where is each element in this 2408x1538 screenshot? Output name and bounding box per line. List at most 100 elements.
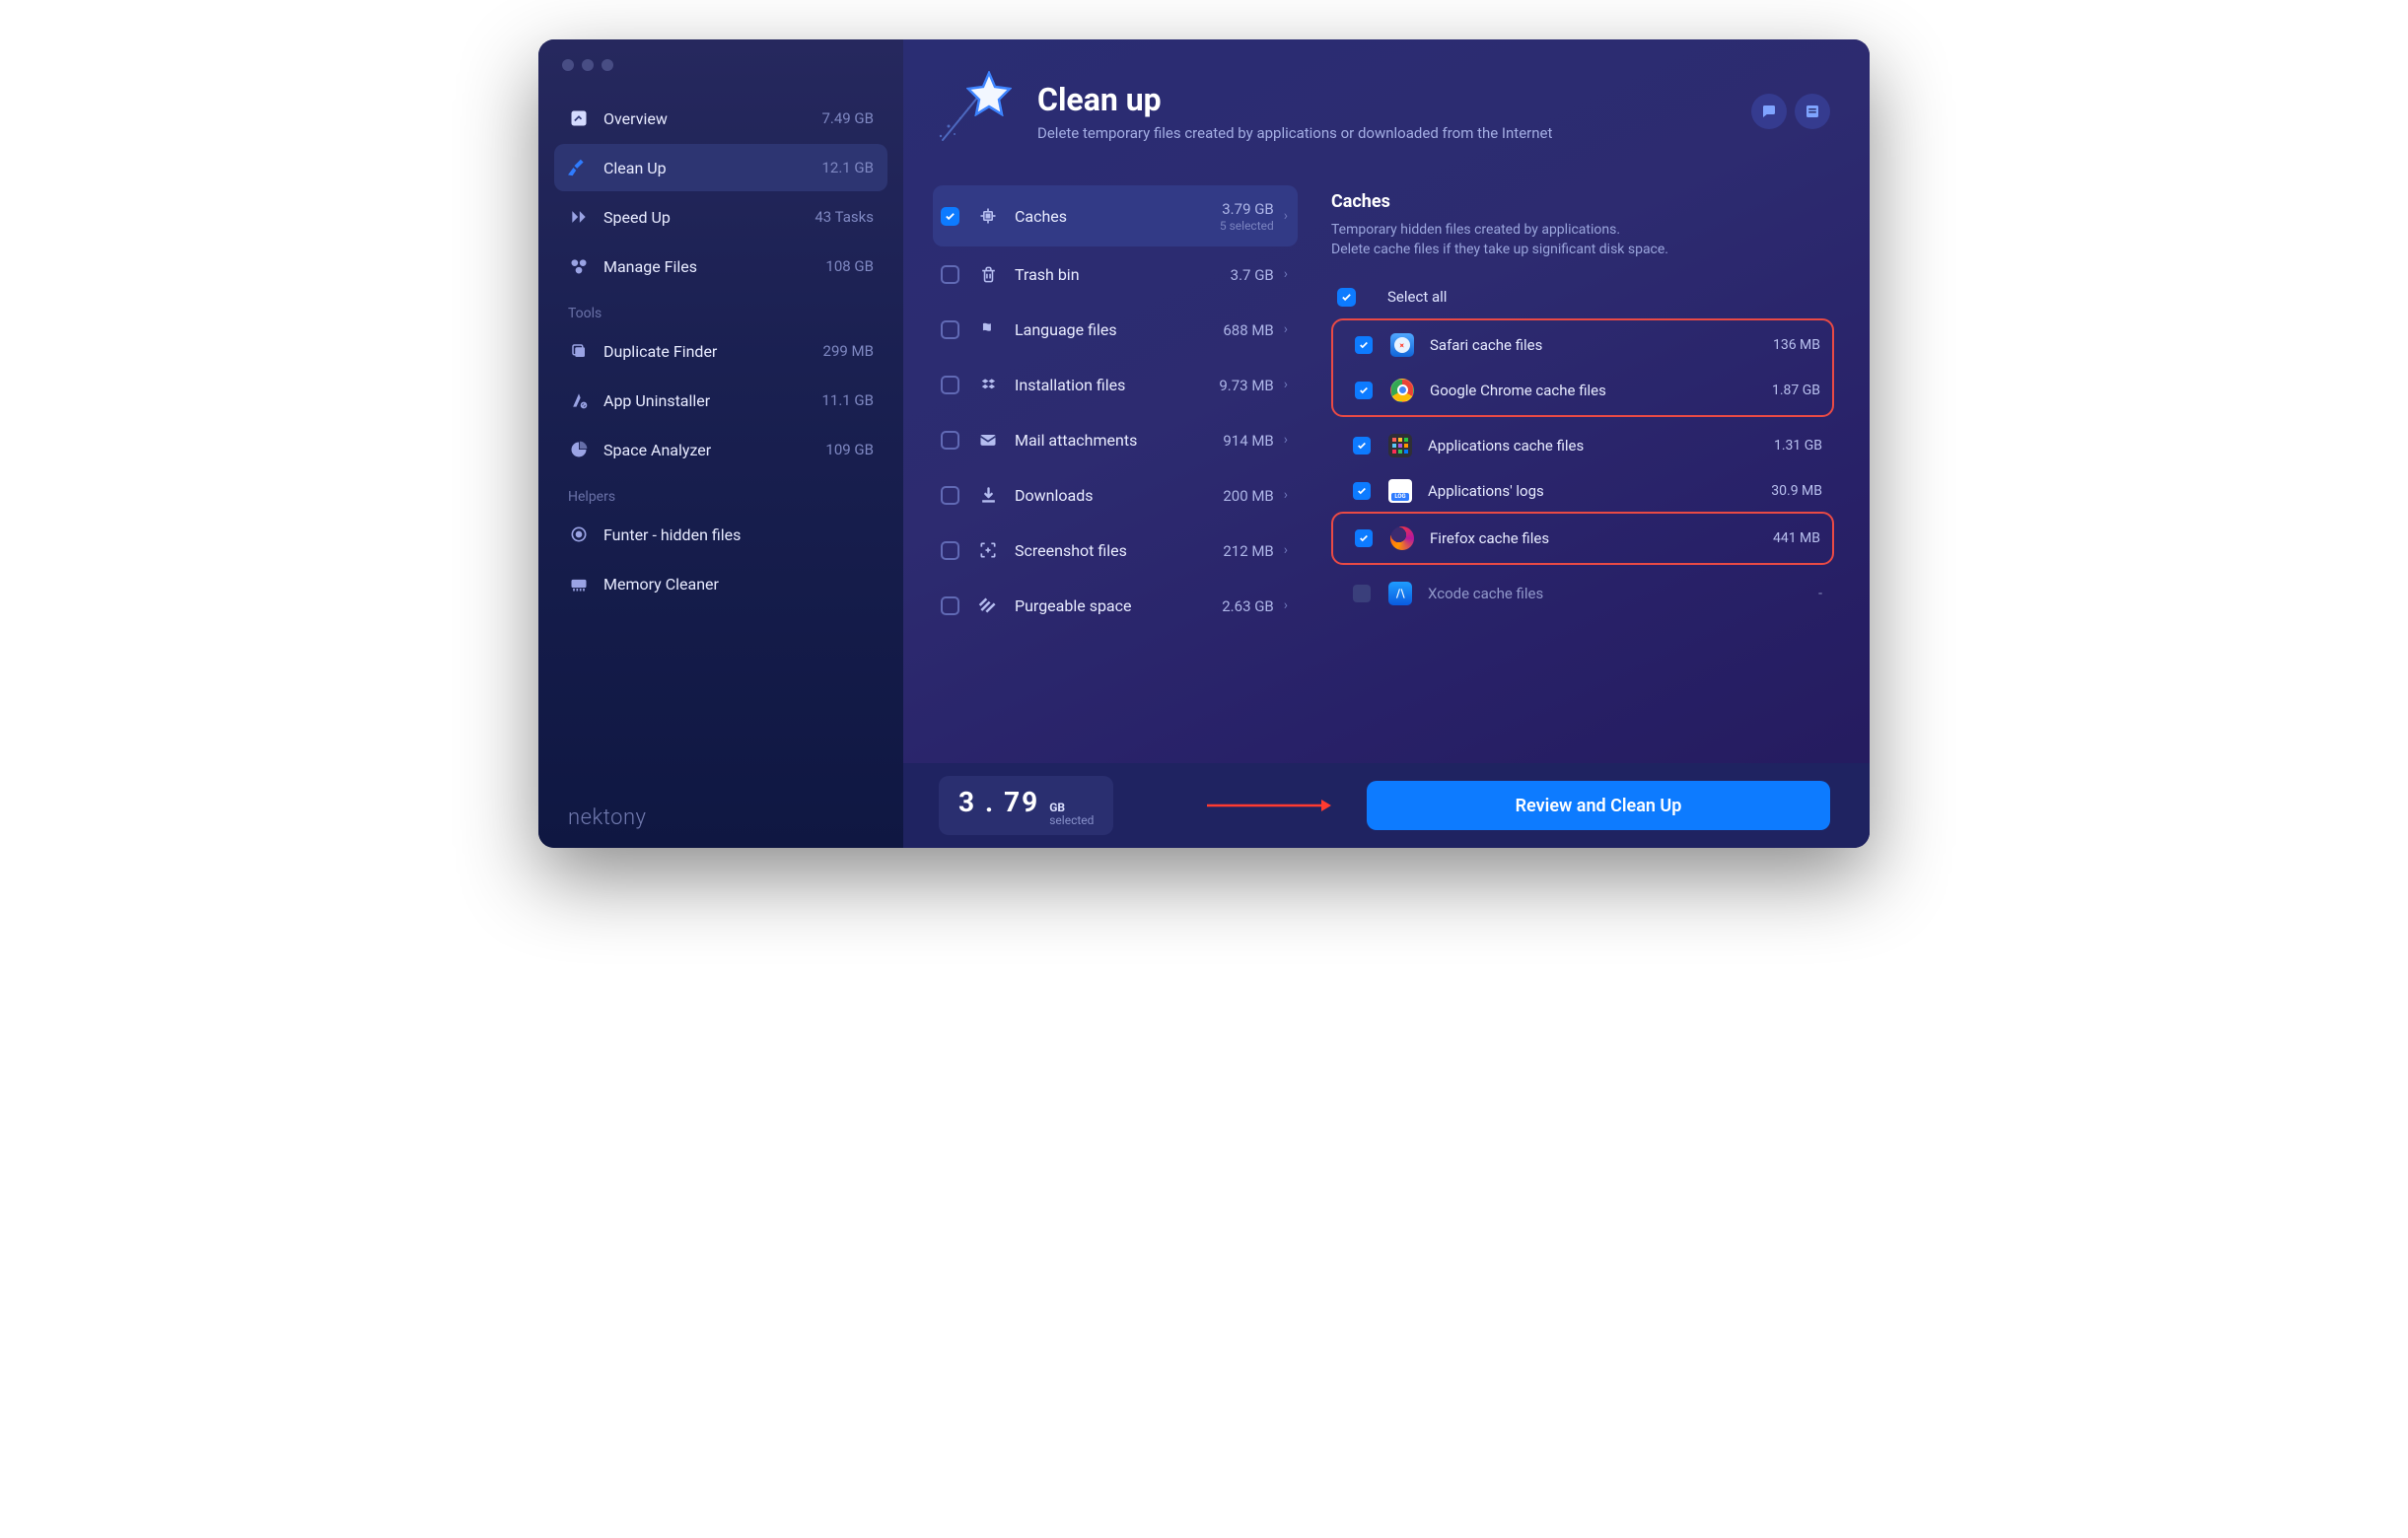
grid-icon [1388, 434, 1412, 457]
category-purgeable-space[interactable]: Purgeable space2.63 GB› [933, 578, 1298, 633]
log-icon: LOG [1388, 479, 1412, 503]
category-label: Screenshot files [1015, 541, 1223, 560]
category-label: Caches [1015, 207, 1220, 226]
sidebar-item-overview[interactable]: Overview7.49 GB [554, 95, 887, 142]
chat-button[interactable] [1751, 94, 1787, 129]
file-size: 30.9 MB [1771, 483, 1822, 499]
main-panel: Clean up Delete temporary files created … [903, 39, 1870, 848]
nav-label: Funter - hidden files [603, 525, 874, 544]
chrome-icon [1390, 379, 1414, 402]
helpers-section-label: Helpers [538, 475, 903, 511]
file-checkbox [1353, 585, 1371, 602]
category-checkbox[interactable] [941, 265, 959, 284]
category-downloads[interactable]: Downloads200 MB› [933, 467, 1298, 523]
category-label: Trash bin [1015, 265, 1231, 284]
file-row-safari-cache-files[interactable]: Safari cache files136 MB [1333, 322, 1832, 368]
chevron-right-icon: › [1284, 487, 1288, 503]
minimize-dot[interactable] [582, 59, 594, 71]
category-size: 2.63 GB [1222, 597, 1274, 615]
review-cleanup-button[interactable]: Review and Clean Up [1367, 781, 1830, 830]
category-size: 3.7 GB [1231, 266, 1274, 284]
category-checkbox[interactable] [941, 596, 959, 615]
category-checkbox[interactable] [941, 207, 959, 226]
select-all-row[interactable]: Select all [1337, 288, 1834, 307]
app-window: Overview7.49 GBClean Up12.1 GBSpeed Up43… [538, 39, 1870, 848]
tools-item-duplicate-finder[interactable]: Duplicate Finder299 MB [554, 327, 887, 375]
file-label: Firefox cache files [1430, 529, 1773, 547]
cleanup-star-icon [933, 67, 1012, 156]
nav-label: Duplicate Finder [603, 342, 823, 361]
dropbox-icon [977, 374, 999, 395]
category-size: 688 MB [1223, 321, 1273, 339]
uninstall-icon [568, 389, 590, 411]
file-checkbox[interactable] [1355, 336, 1373, 354]
helpers-item-memory-cleaner[interactable]: Memory Cleaner [554, 560, 887, 607]
brand-logo: nektony [538, 788, 903, 848]
flag-icon [977, 318, 999, 340]
highlight-annotation: Safari cache files136 MBGoogle Chrome ca… [1331, 318, 1834, 417]
sidebar-item-clean-up[interactable]: Clean Up12.1 GB [554, 144, 887, 191]
nav-label: Manage Files [603, 257, 825, 276]
file-size: 136 MB [1773, 337, 1820, 353]
pie-icon [568, 439, 590, 460]
tools-item-space-analyzer[interactable]: Space Analyzer109 GB [554, 426, 887, 473]
category-checkbox[interactable] [941, 541, 959, 560]
file-label: Google Chrome cache files [1430, 382, 1772, 399]
nav-label: Overview [603, 109, 821, 128]
mail-icon [977, 429, 999, 451]
category-label: Installation files [1015, 376, 1219, 394]
nav-size: 12.1 GB [821, 159, 874, 176]
page-header: Clean up Delete temporary files created … [903, 39, 1870, 166]
file-row-applications-cache-files[interactable]: Applications cache files1.31 GB [1331, 423, 1834, 468]
category-caches[interactable]: Caches3.79 GB5 selected› [933, 185, 1298, 246]
firefox-icon [1390, 526, 1414, 550]
sidebar-item-manage-files[interactable]: Manage Files108 GB [554, 243, 887, 290]
chevron-right-icon: › [1284, 208, 1288, 224]
window-controls [538, 59, 903, 95]
page-title: Clean up [1037, 81, 1552, 118]
category-checkbox[interactable] [941, 320, 959, 339]
file-checkbox[interactable] [1355, 529, 1373, 547]
page-subtitle: Delete temporary files created by applic… [1037, 124, 1552, 142]
file-size: 1.31 GB [1774, 438, 1822, 454]
tools-section-label: Tools [538, 292, 903, 327]
stripes-icon [977, 594, 999, 616]
detail-title: Caches [1331, 191, 1834, 212]
file-row-google-chrome-cache-files[interactable]: Google Chrome cache files1.87 GB [1333, 368, 1832, 413]
nav-size: 109 GB [825, 441, 874, 458]
file-checkbox[interactable] [1355, 382, 1373, 399]
file-size: 441 MB [1773, 530, 1820, 546]
category-checkbox[interactable] [941, 486, 959, 505]
category-installation-files[interactable]: Installation files9.73 MB› [933, 357, 1298, 412]
category-mail-attachments[interactable]: Mail attachments914 MB› [933, 412, 1298, 467]
xcode-icon [1388, 582, 1412, 605]
file-label: Xcode cache files [1428, 585, 1818, 602]
category-language-files[interactable]: Language files688 MB› [933, 302, 1298, 357]
file-row-applications-logs[interactable]: LOGApplications' logs30.9 MB [1331, 468, 1834, 514]
file-checkbox[interactable] [1353, 482, 1371, 500]
chevron-right-icon: › [1284, 266, 1288, 282]
nav-size: 11.1 GB [821, 391, 874, 409]
nav-size: 7.49 GB [821, 109, 874, 127]
chevron-right-icon: › [1284, 597, 1288, 613]
category-size: 3.79 GB [1222, 200, 1274, 218]
file-checkbox[interactable] [1353, 437, 1371, 454]
category-list: Caches3.79 GB5 selected› Trash bin3.7 GB ›… [903, 166, 1308, 763]
news-button[interactable] [1795, 94, 1830, 129]
file-size: 1.87 GB [1772, 383, 1820, 398]
select-all-checkbox[interactable] [1337, 288, 1356, 307]
category-checkbox[interactable] [941, 376, 959, 394]
category-trash-bin[interactable]: Trash bin3.7 GB › [933, 246, 1298, 302]
tools-item-app-uninstaller[interactable]: App Uninstaller11.1 GB [554, 377, 887, 424]
category-checkbox[interactable] [941, 431, 959, 450]
file-row-firefox-cache-files[interactable]: Firefox cache files441 MB [1333, 516, 1832, 561]
category-label: Mail attachments [1015, 431, 1223, 450]
zoom-dot[interactable] [602, 59, 613, 71]
close-dot[interactable] [562, 59, 574, 71]
category-screenshot-files[interactable]: Screenshot files212 MB› [933, 523, 1298, 578]
sidebar-item-speed-up[interactable]: Speed Up43 Tasks [554, 193, 887, 241]
nav-size: 299 MB [823, 342, 874, 360]
chevron-right-icon: › [1284, 321, 1288, 337]
helpers-item-funter-hidden-files[interactable]: Funter - hidden files [554, 511, 887, 558]
category-label: Downloads [1015, 486, 1223, 505]
